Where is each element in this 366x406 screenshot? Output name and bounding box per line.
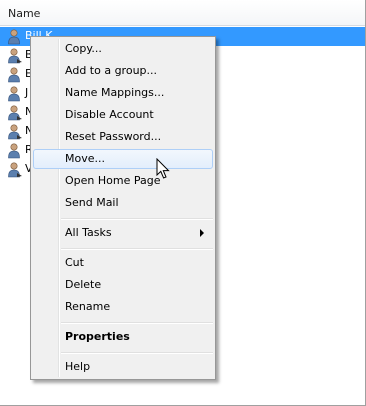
menu-item-label: Copy...: [65, 42, 102, 55]
user-icon: [8, 67, 20, 83]
name-column-header[interactable]: Name: [0, 0, 365, 26]
menu-item-label: Rename: [65, 300, 111, 313]
user-icon: [8, 143, 20, 159]
header-divider: [0, 25, 365, 26]
context-menu: Copy... Add to a group... Name Mappings.…: [30, 36, 216, 380]
menu-item-label: Cut: [65, 256, 84, 269]
menu-item-name-mappings[interactable]: Name Mappings...: [33, 83, 213, 103]
menu-separator: [61, 218, 213, 220]
menu-separator: [61, 322, 213, 324]
submenu-arrow-icon: [200, 229, 204, 237]
user-icon: [8, 29, 20, 45]
menu-item-rename[interactable]: Rename: [33, 297, 213, 317]
menu-item-move[interactable]: Move...: [33, 149, 213, 169]
menu-item-label: Properties: [65, 330, 130, 343]
menu-item-disable-account[interactable]: Disable Account: [33, 105, 213, 125]
user-icon: [8, 105, 22, 121]
menu-item-reset-password[interactable]: Reset Password...: [33, 127, 213, 147]
menu-item-label: Name Mappings...: [65, 86, 165, 99]
menu-item-properties[interactable]: Properties: [33, 327, 213, 347]
menu-item-all-tasks[interactable]: All Tasks: [33, 223, 213, 243]
menu-item-label: Delete: [65, 278, 102, 291]
list-item-label: J: [25, 86, 29, 99]
menu-item-label: Move...: [65, 152, 105, 165]
user-icon: [8, 124, 22, 140]
user-icon: [8, 86, 20, 102]
column-header-label: Name: [8, 7, 41, 20]
menu-item-delete[interactable]: Delete: [33, 275, 213, 295]
menu-separator: [61, 248, 213, 250]
menu-item-add-to-group[interactable]: Add to a group...: [33, 61, 213, 81]
user-icon: [8, 162, 22, 178]
menu-item-copy[interactable]: Copy...: [33, 39, 213, 59]
menu-item-open-home-page[interactable]: Open Home Page: [33, 171, 213, 191]
menu-item-send-mail[interactable]: Send Mail: [33, 193, 213, 213]
menu-item-label: Disable Account: [65, 108, 154, 121]
menu-item-cut[interactable]: Cut: [33, 253, 213, 273]
menu-separator: [61, 352, 213, 354]
user-icon: [8, 48, 22, 64]
menu-item-label: Open Home Page: [65, 174, 161, 187]
menu-item-label: Help: [65, 360, 91, 373]
menu-item-label: Add to a group...: [65, 64, 158, 77]
menu-item-help[interactable]: Help: [33, 357, 213, 377]
menu-item-label: All Tasks: [65, 226, 112, 239]
menu-item-label: Reset Password...: [65, 130, 162, 143]
mouse-pointer-icon: [156, 158, 170, 179]
menu-item-label: Send Mail: [65, 196, 119, 209]
